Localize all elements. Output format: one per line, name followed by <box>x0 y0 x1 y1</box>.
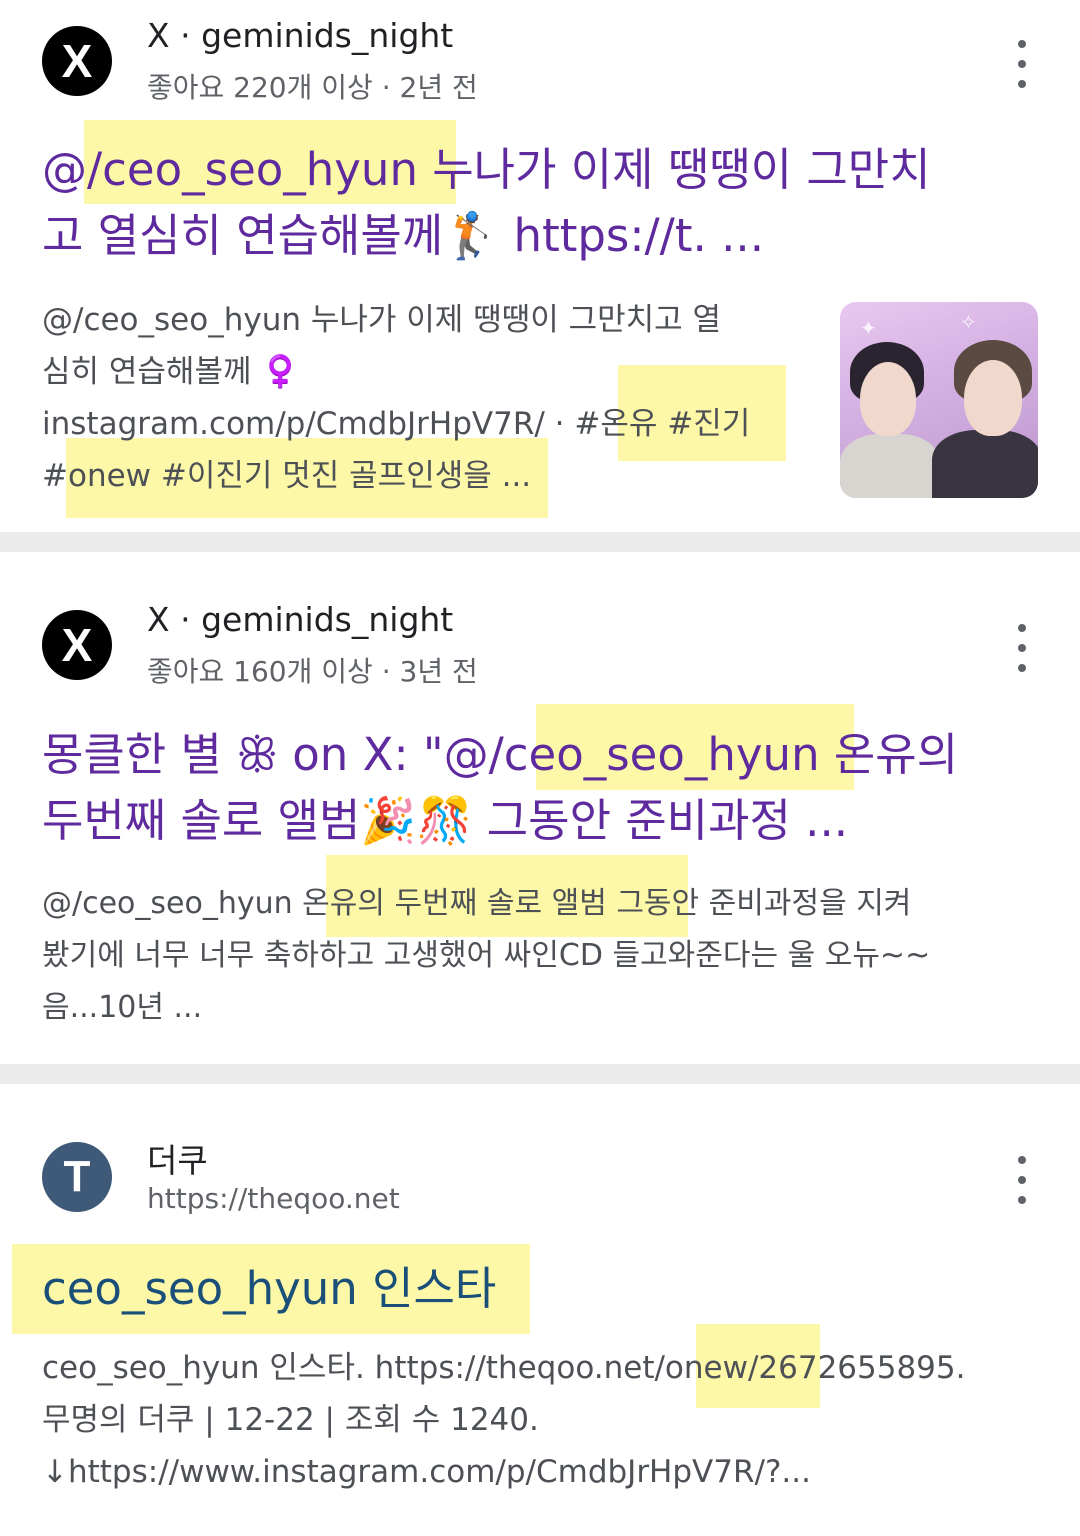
result-snippet: ceo_seo_hyun 인스타. https://theqoo.net/one… <box>42 1342 1062 1498</box>
result-divider <box>0 532 1080 552</box>
snippet-line: 음...10년 ... <box>42 990 203 1025</box>
snippet-line: 무명의 더쿠 | 12-22 | 조회 수 1240. <box>42 1402 539 1438</box>
title-line: ceo_seo_hyun 인스타 <box>42 1262 497 1315</box>
snippet-line: @/ceo_seo_hyun 누나가 이제 땡땡이 그만치고 열 <box>42 302 722 338</box>
snippet-line: instagram.com/p/CmdbJrHpV7R/ · #온유 #진기 <box>42 406 751 442</box>
result-title-link[interactable]: 몽클한 별 ꕥ on X: "@/ceo_seo_hyun 온유의 두번째 솔로… <box>42 722 1042 854</box>
site-url: https://theqoo.net <box>147 1182 400 1215</box>
result-thumbnail-image[interactable]: ✦ ✧ ✦ <box>840 302 1038 498</box>
site-name[interactable]: X · geminids_night <box>147 600 453 639</box>
result-snippet: @/ceo_seo_hyun 누나가 이제 땡땡이 그만치고 열 심히 연습해볼… <box>42 294 832 502</box>
more-vert-icon[interactable] <box>1004 1156 1040 1204</box>
more-vert-icon[interactable] <box>1004 624 1040 672</box>
result-divider <box>0 1064 1080 1084</box>
x-logo-icon[interactable]: X <box>42 610 112 680</box>
result-title-link[interactable]: ceo_seo_hyun 인스타 <box>42 1256 1042 1322</box>
snippet-line: 심히 연습해볼께 ♀️ <box>42 354 300 390</box>
site-meta: 좋아요 160개 이상 · 3년 전 <box>147 655 478 688</box>
site-name[interactable]: X · geminids_night <box>147 16 453 55</box>
x-logo-icon[interactable]: X <box>42 26 112 96</box>
result-title-link[interactable]: @/ceo_seo_hyun 누나가 이제 땡땡이 그만치 고 열심히 연습해볼… <box>42 137 1042 269</box>
search-result-1: X X · geminids_night 좋아요 220개 이상 · 2년 전 … <box>0 0 1080 530</box>
snippet-line: ↓https://www.instagram.com/p/CmdbJrHpV7R… <box>42 1454 811 1490</box>
site-meta: 좋아요 220개 이상 · 2년 전 <box>147 71 478 104</box>
title-line: 두번째 솔로 앨범🎉🎊 그동안 준비과정 ... <box>42 794 849 847</box>
search-result-2: X X · geminids_night 좋아요 160개 이상 · 3년 전 … <box>0 552 1080 1064</box>
theqoo-logo-icon[interactable]: T <box>42 1142 112 1212</box>
snippet-line: #onew #이진기 멋진 골프인생을 ... <box>42 458 532 494</box>
snippet-line: @/ceo_seo_hyun 온유의 두번째 솔로 앨범 그동안 준비과정을 지… <box>42 886 912 921</box>
title-line: @/ceo_seo_hyun 누나가 이제 땡땡이 그만치 <box>42 143 931 196</box>
site-name[interactable]: 더쿠 <box>147 1134 208 1182</box>
more-vert-icon[interactable] <box>1004 40 1040 88</box>
search-result-3: T 더쿠 https://theqoo.net ceo_seo_hyun 인스타… <box>0 1084 1080 1536</box>
snippet-line: 봤기에 너무 너무 축하하고 고생했어 싸인CD 들고와준다는 울 오뉴~~ <box>42 938 931 973</box>
title-line: 고 열심히 연습해볼께🏌 https://t. ... <box>42 209 765 262</box>
result-snippet: @/ceo_seo_hyun 온유의 두번째 솔로 앨범 그동안 준비과정을 지… <box>42 878 1042 1034</box>
snippet-line: ceo_seo_hyun 인스타. https://theqoo.net/one… <box>42 1350 966 1386</box>
title-line: 몽클한 별 ꕥ on X: "@/ceo_seo_hyun 온유의 <box>42 728 959 781</box>
